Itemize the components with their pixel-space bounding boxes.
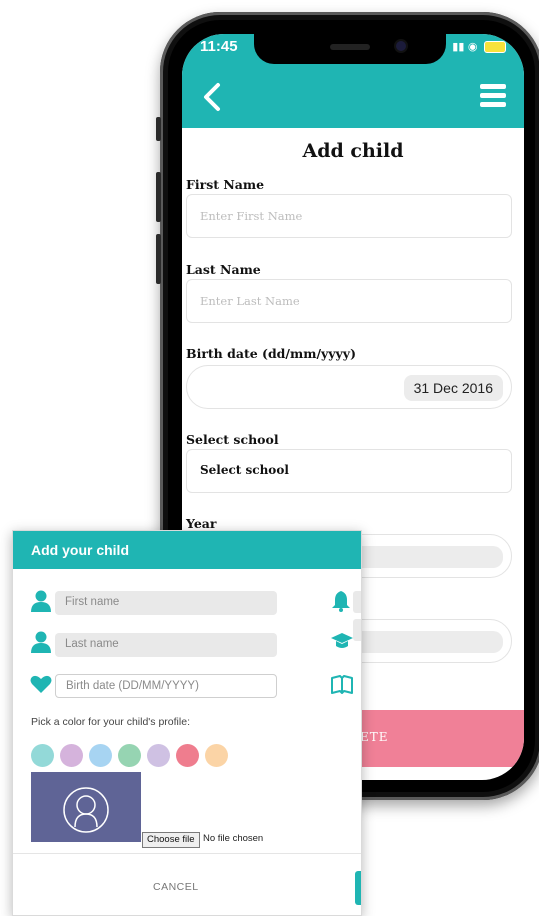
color-swatch[interactable] [31, 744, 54, 767]
graduation-cap-icon [331, 631, 353, 655]
bell-icon [331, 590, 351, 616]
card-divider [13, 853, 361, 854]
first-name-placeholder: Enter First Name [200, 209, 303, 223]
add-child-card: Add your child First name Last name Birt… [12, 530, 362, 916]
first-name-label: First Name [186, 177, 265, 192]
avatar-preview [31, 772, 141, 842]
cancel-button[interactable]: CANCEL [153, 881, 199, 893]
app-header [182, 70, 524, 128]
volume-down-button [156, 234, 161, 284]
birth-date-placeholder: Birth date (DD/MM/YYYY) [66, 680, 199, 692]
color-swatch[interactable] [147, 744, 170, 767]
no-file-chosen-text: No file chosen [203, 833, 264, 844]
front-camera [396, 41, 406, 51]
book-icon [331, 675, 353, 699]
wifi-icon: ◉ [467, 40, 478, 53]
birth-date-value[interactable]: 31 Dec 2016 [403, 375, 503, 401]
pick-color-label: Pick a color for your child's profile: [31, 716, 190, 728]
person-icon [31, 631, 51, 657]
color-swatch[interactable] [118, 744, 141, 767]
color-swatch[interactable] [89, 744, 112, 767]
avatar-placeholder-icon [63, 787, 109, 833]
select-school-dropdown[interactable]: Select school [186, 449, 512, 493]
birth-date-label: Birth date (dd/mm/yyyy) [186, 346, 356, 361]
camera-notch [254, 34, 446, 64]
mute-switch [156, 117, 161, 141]
birth-date-field[interactable]: 31 Dec 2016 [186, 365, 512, 409]
card-header: Add your child [13, 531, 361, 569]
choose-file-button[interactable]: Choose file [142, 832, 200, 848]
last-name-placeholder: Enter Last Name [200, 294, 300, 308]
signal-icon: ▮▮ [452, 40, 465, 53]
color-swatch[interactable] [205, 744, 228, 767]
first-name-input[interactable]: First name [55, 591, 277, 615]
volume-up-button [156, 172, 161, 222]
right-field-stub[interactable] [353, 591, 361, 613]
status-time: 11:45 [200, 38, 238, 55]
birth-date-input[interactable]: Birth date (DD/MM/YYYY) [55, 674, 277, 698]
select-school-label: Select school [186, 432, 279, 447]
speaker-grille [330, 44, 370, 50]
last-name-label: Last Name [186, 262, 261, 277]
back-button[interactable] [198, 80, 228, 114]
card-title: Add your child [31, 542, 129, 558]
first-name-input[interactable]: Enter First Name [186, 194, 512, 238]
select-school-value: Select school [200, 463, 289, 477]
last-name-placeholder: Last name [65, 638, 119, 650]
chevron-left-icon [204, 83, 220, 111]
last-name-input[interactable]: Last name [55, 633, 277, 657]
first-name-placeholder: First name [65, 596, 120, 608]
hamburger-menu-icon[interactable] [480, 84, 506, 110]
battery-icon [484, 41, 506, 53]
complete-button-label: ETE [360, 730, 389, 744]
last-name-input[interactable]: Enter Last Name [186, 279, 512, 323]
year-label: Year [186, 516, 217, 531]
status-icons: ▮▮ ◉ [452, 40, 506, 53]
color-swatch[interactable] [176, 744, 199, 767]
color-swatch[interactable] [60, 744, 83, 767]
person-icon [31, 590, 51, 616]
heart-icon [30, 674, 52, 698]
right-field-stub[interactable] [353, 619, 361, 641]
page-title: Add child [302, 140, 404, 162]
save-button-edge[interactable] [355, 871, 361, 905]
